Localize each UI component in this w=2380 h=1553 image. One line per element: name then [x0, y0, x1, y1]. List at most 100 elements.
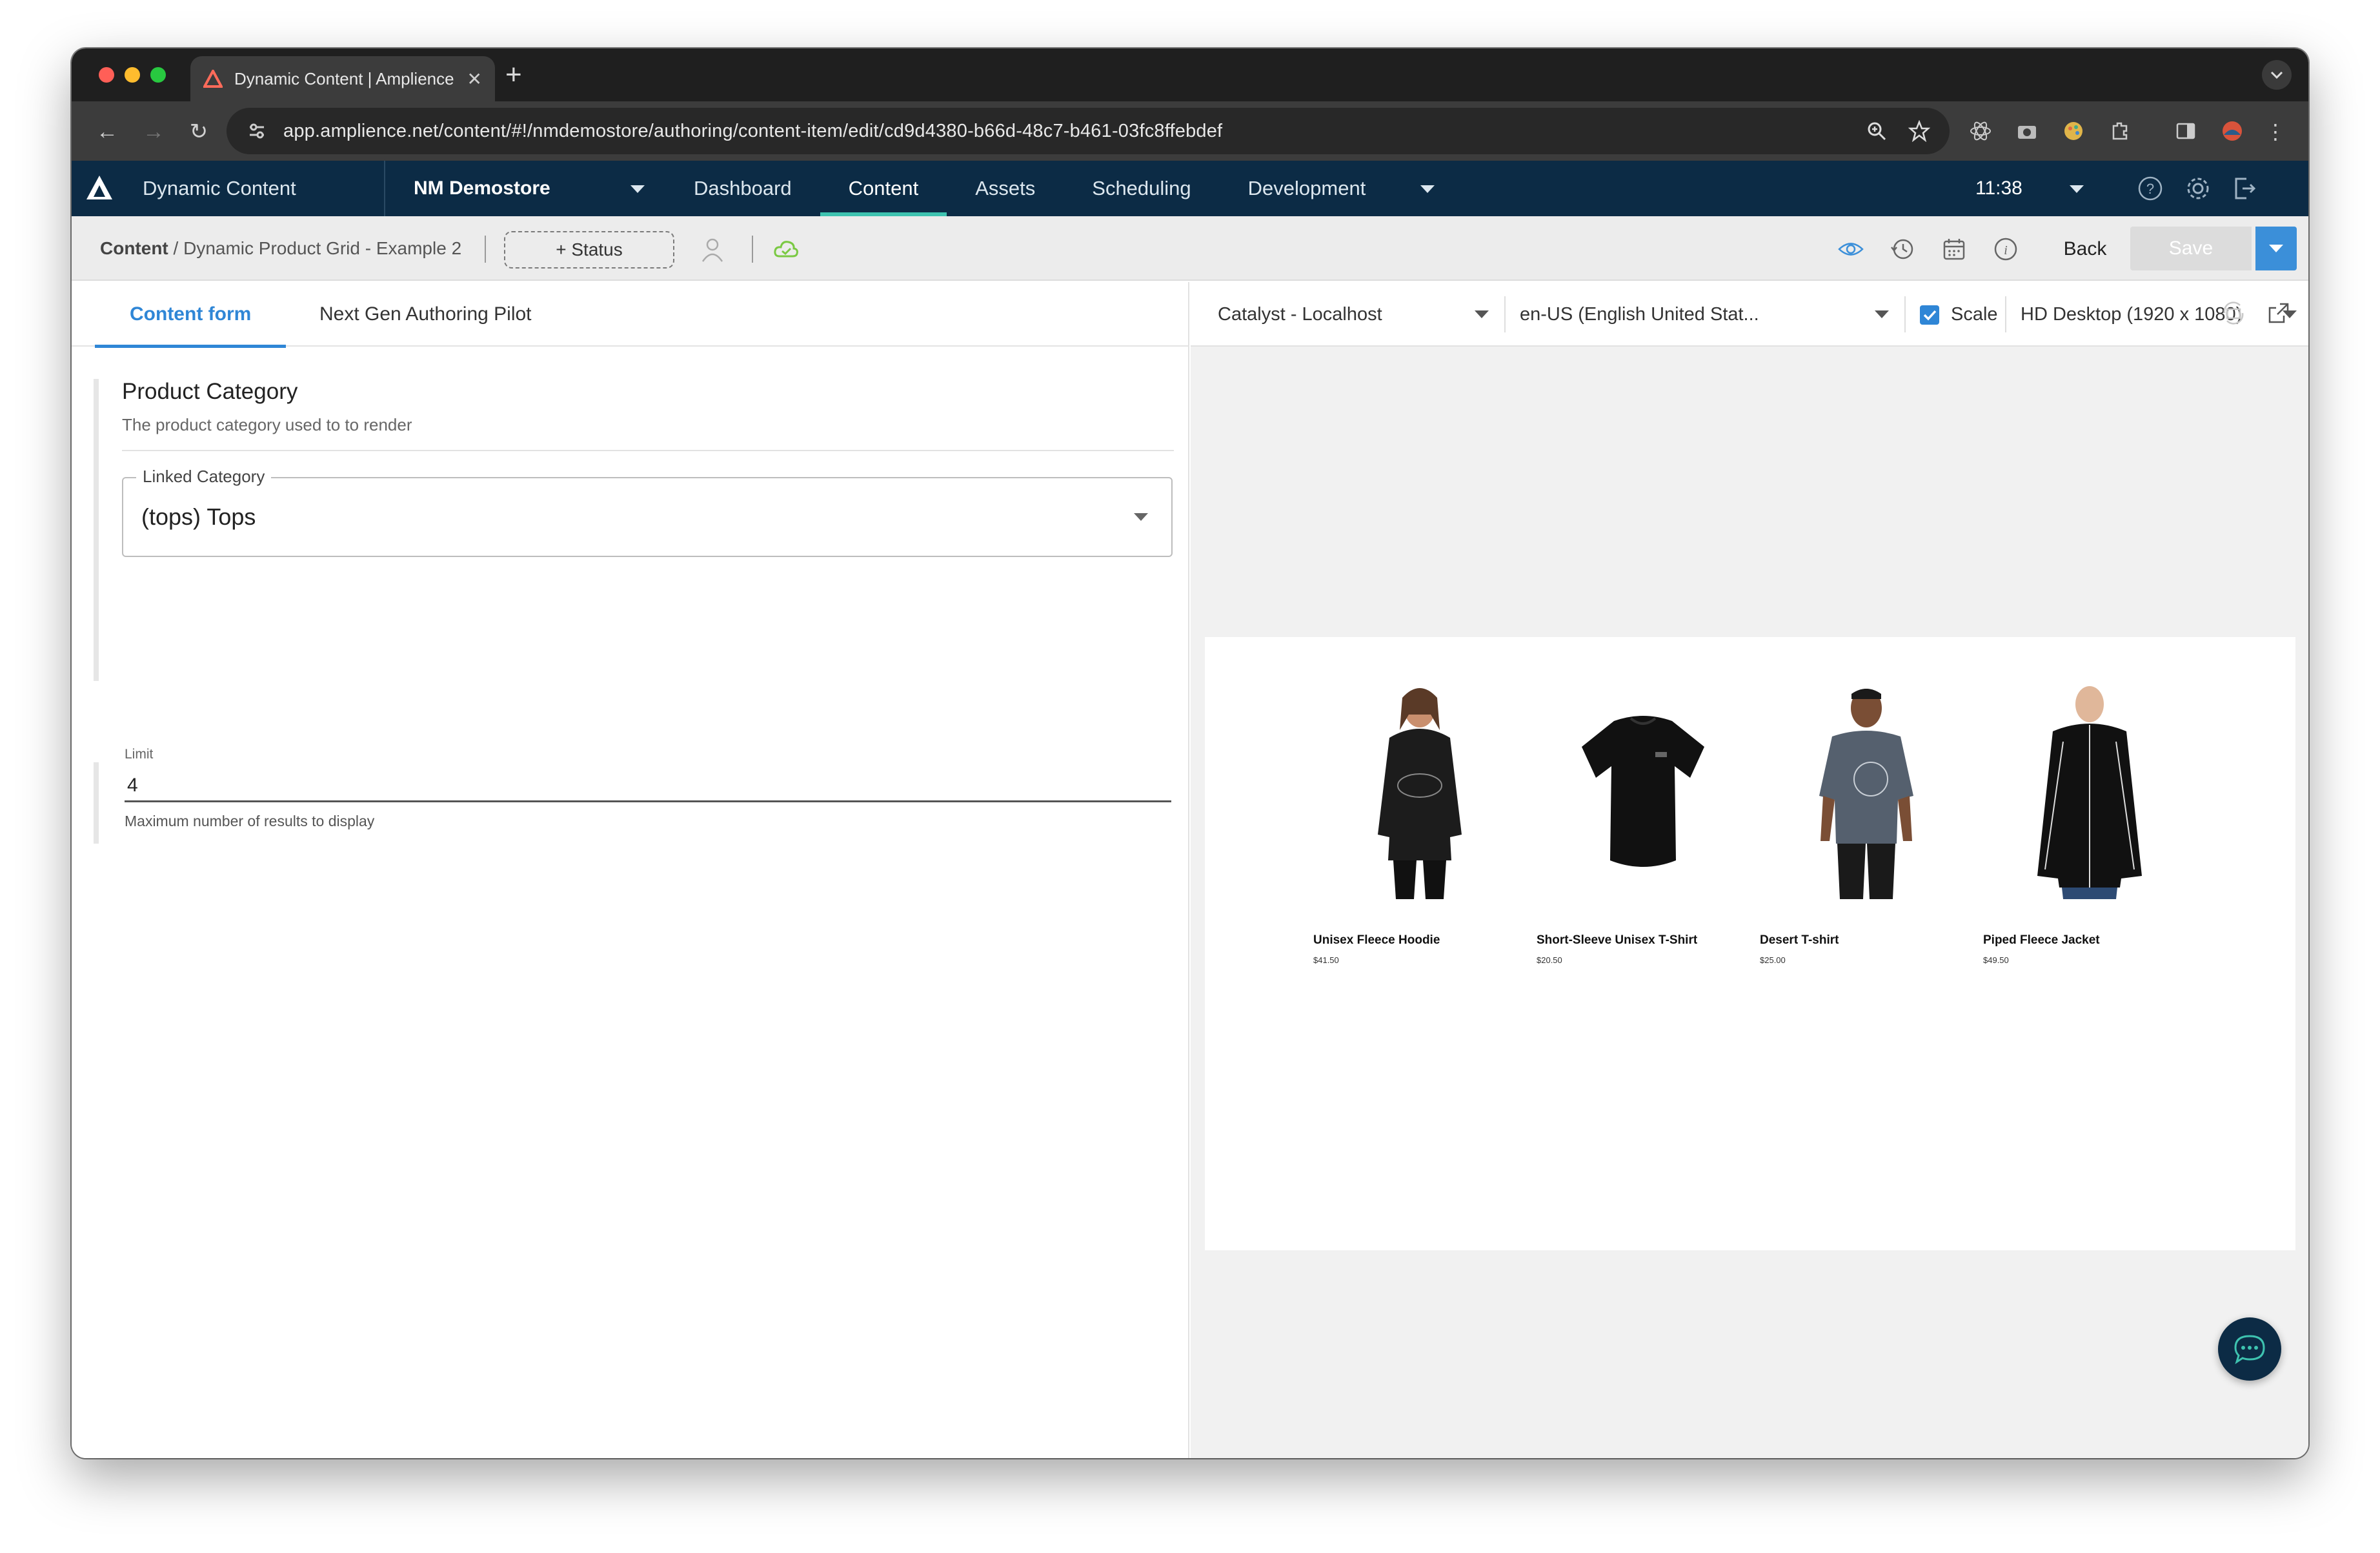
help-icon[interactable]: ?: [2137, 175, 2164, 202]
dropdown-caret-icon[interactable]: [1134, 513, 1148, 521]
chat-support-button[interactable]: [2218, 1317, 2281, 1381]
assignee-user-icon[interactable]: [699, 236, 726, 263]
info-icon[interactable]: i: [1992, 236, 2019, 263]
history-icon[interactable]: [1889, 236, 1916, 263]
cloud-sync-icon[interactable]: [772, 236, 800, 263]
header-divider: [384, 161, 385, 216]
linked-category-select[interactable]: Linked Category (tops) Tops: [122, 467, 1173, 557]
bookmark-star-icon[interactable]: [1908, 120, 1930, 142]
linked-category-value: (tops) Tops: [141, 503, 256, 530]
hub-selector[interactable]: NM Demostore: [414, 161, 550, 216]
back-arrow-icon[interactable]: ←: [96, 121, 118, 143]
section-description: The product category used to to render: [122, 415, 412, 434]
amplience-favicon-icon: [203, 70, 223, 88]
product-card[interactable]: Piped Fleece Jacket $49.50: [1983, 682, 2196, 965]
product-name: Piped Fleece Jacket: [1983, 933, 2100, 947]
preview-eye-icon[interactable]: [1837, 236, 1864, 263]
logout-icon[interactable]: [2231, 175, 2258, 202]
product-price: $20.50: [1537, 955, 1562, 965]
desert-tshirt-image: [1819, 689, 1913, 899]
product-card[interactable]: Unisex Fleece Hoodie $41.50: [1313, 682, 1526, 965]
visualization-caret-icon[interactable]: [1475, 310, 1489, 318]
address-bar[interactable]: app.amplience.net/content/#!/nmdemostore…: [227, 108, 1950, 154]
locale-caret-icon[interactable]: [1875, 310, 1889, 318]
close-window-button[interactable]: [99, 67, 114, 83]
section-title: Product Category: [122, 379, 298, 404]
checkmark-icon: [1923, 310, 1937, 321]
product-card[interactable]: Desert T-shirt $25.00: [1760, 682, 1973, 965]
visualization-select[interactable]: Catalyst - Localhost: [1218, 282, 1382, 347]
scale-label: Scale: [1951, 304, 1998, 325]
tab-title: Dynamic Content | Amplience: [234, 68, 454, 88]
side-panel-icon[interactable]: [2174, 119, 2197, 143]
calendar-icon[interactable]: [1941, 236, 1968, 263]
zoom-icon[interactable]: [1866, 120, 1888, 142]
time-display: 11:38: [1975, 178, 2022, 199]
content-toolbar: Content / Dynamic Product Grid - Example…: [72, 216, 2308, 281]
toolbar-separator: [2005, 296, 2006, 332]
save-button[interactable]: Save: [2130, 227, 2252, 270]
product-name: Dynamic Content: [143, 177, 296, 199]
development-caret-icon[interactable]: [1420, 185, 1435, 193]
chrome-menu-icon[interactable]: ⋮: [2264, 121, 2286, 143]
chat-bubble-icon: [2234, 1335, 2265, 1365]
tab-next-gen-authoring[interactable]: Next Gen Authoring Pilot: [319, 282, 532, 347]
browser-tab[interactable]: Dynamic Content | Amplience ✕: [190, 56, 495, 101]
breadcrumb-item: / Dynamic Product Grid - Example 2: [173, 238, 462, 258]
refresh-preview-icon[interactable]: [2221, 300, 2246, 326]
time-caret-icon[interactable]: [2070, 185, 2084, 193]
device-select[interactable]: HD Desktop (1920 x 1080): [2021, 282, 2242, 347]
svg-text:i: i: [2004, 243, 2008, 258]
browser-window: Dynamic Content | Amplience ✕ + ← → ↻ ap…: [72, 48, 2308, 1458]
amplience-logo-icon[interactable]: [85, 174, 114, 202]
color-picker-icon[interactable]: [2062, 119, 2085, 143]
tab-search-button[interactable]: [2262, 60, 2292, 90]
reload-icon[interactable]: ↻: [188, 121, 210, 143]
section-divider: [122, 450, 1174, 451]
tab-close-icon[interactable]: ✕: [467, 68, 482, 90]
minimize-window-button[interactable]: [125, 67, 140, 83]
maximize-window-button[interactable]: [150, 67, 166, 83]
extensions-icon[interactable]: [2108, 119, 2132, 143]
browser-toolbar: ← → ↻ app.amplience.net/content/#!/nmdem…: [72, 101, 2308, 161]
toolbar-separator: [1504, 296, 1506, 332]
tab-content-form[interactable]: Content form: [94, 282, 287, 348]
jacket-image: [2037, 686, 2142, 899]
limit-input[interactable]: 4: [125, 771, 1171, 802]
nav-scheduling[interactable]: Scheduling: [1064, 161, 1219, 216]
scale-checkbox[interactable]: [1920, 305, 1939, 325]
preview-panel: Catalyst - Localhost en-US (English Unit…: [1191, 282, 2308, 1458]
nav-dashboard[interactable]: Dashboard: [665, 161, 820, 216]
product-name: Desert T-shirt: [1760, 933, 1839, 947]
add-status-button[interactable]: + Status: [504, 231, 674, 269]
back-button[interactable]: Back: [2046, 230, 2124, 268]
site-settings-icon[interactable]: [246, 120, 268, 142]
breadcrumb: Content / Dynamic Product Grid - Example…: [100, 216, 461, 281]
content-form-panel: Content form Next Gen Authoring Pilot Pr…: [72, 282, 1189, 1458]
preview-canvas: Unisex Fleece Hoodie $41.50 Short-Sleeve…: [1205, 637, 2295, 1250]
locale-select[interactable]: en-US (English United Stat...: [1520, 282, 1759, 347]
breadcrumb-root[interactable]: Content: [100, 238, 168, 258]
profile-avatar-icon[interactable]: [2221, 119, 2244, 143]
open-external-icon[interactable]: [2266, 300, 2292, 326]
url-text: app.amplience.net/content/#!/nmdemostore…: [283, 120, 1223, 141]
product-card[interactable]: Short-Sleeve Unisex T-Shirt $20.50: [1537, 682, 1750, 965]
nav-content[interactable]: Content: [820, 161, 947, 216]
toolbar-separator: [1904, 296, 1906, 332]
nav-development[interactable]: Development: [1220, 161, 1395, 216]
toolbar-separator: [752, 236, 753, 263]
settings-gear-icon[interactable]: [2184, 175, 2212, 202]
section-indicator: [94, 762, 99, 844]
preview-toolbar: Catalyst - Localhost en-US (English Unit…: [1191, 282, 2308, 347]
new-tab-button[interactable]: +: [505, 59, 522, 91]
hub-dropdown-caret-icon[interactable]: [630, 185, 645, 193]
camera-icon[interactable]: [2015, 119, 2039, 143]
nav-assets[interactable]: Assets: [947, 161, 1064, 216]
tshirt-image: [1582, 716, 1704, 867]
product-price: $49.50: [1983, 955, 2009, 965]
forward-arrow-icon[interactable]: →: [143, 121, 165, 143]
react-devtools-icon[interactable]: [1969, 119, 1992, 143]
product-name: Unisex Fleece Hoodie: [1313, 933, 1440, 947]
form-tabs: Content form Next Gen Authoring Pilot: [72, 282, 1188, 348]
save-options-button[interactable]: [2255, 227, 2297, 270]
